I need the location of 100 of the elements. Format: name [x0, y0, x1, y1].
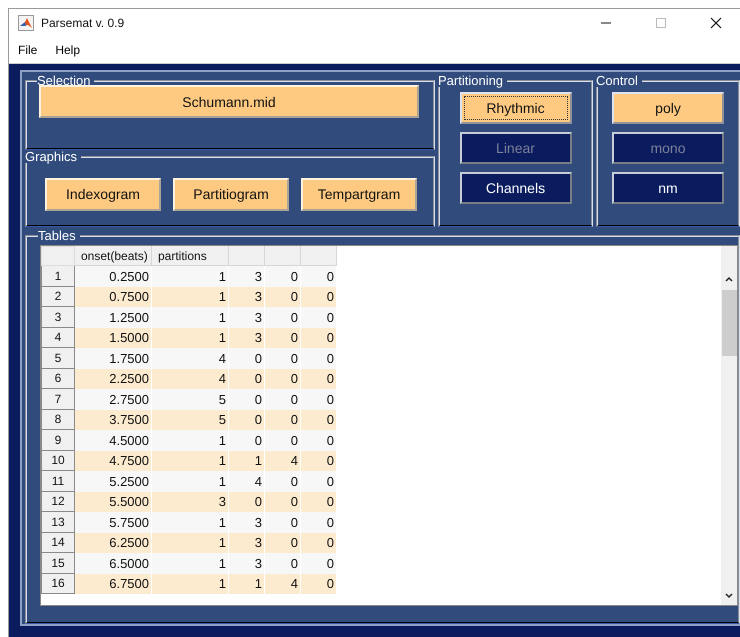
- toggle-button[interactable]: poly: [612, 92, 724, 124]
- column-header: partitions: [152, 246, 229, 266]
- table-cell: 4: [152, 368, 229, 389]
- table-cell: 4: [265, 450, 301, 471]
- table-cell: 0: [265, 471, 301, 492]
- table-cell: 1: [152, 328, 229, 348]
- table-cell: 0: [229, 492, 265, 512]
- table-cell: 0: [229, 430, 265, 450]
- row-header: 5: [41, 348, 75, 368]
- toggle-button[interactable]: Channels: [460, 172, 572, 204]
- table-cell: 0: [265, 368, 301, 389]
- table-cell: 5.7500: [75, 512, 152, 532]
- row-header: 6: [41, 368, 75, 389]
- table-cell: 0: [229, 410, 265, 430]
- table-cell: 3: [229, 328, 265, 348]
- table-cell: 0: [301, 266, 337, 286]
- table-cell: 6.5000: [75, 553, 152, 574]
- menu-item[interactable]: File: [18, 42, 38, 56]
- group-title: Control: [596, 74, 639, 87]
- table-cell: 0: [301, 471, 337, 492]
- window-title: Parsemat v. 0.9: [41, 16, 124, 30]
- table-cell: 0: [265, 328, 301, 348]
- table-cell: 4.5000: [75, 430, 152, 450]
- row-header: 11: [41, 471, 75, 492]
- row-header: 1: [41, 266, 75, 286]
- table-cell: 1: [152, 574, 229, 594]
- table-cell: 0: [301, 328, 337, 348]
- table-cell: 0: [301, 574, 337, 594]
- table-cell: 3.7500: [75, 410, 152, 430]
- table-cell: 6.2500: [75, 532, 152, 553]
- scrollbar[interactable]: [721, 246, 737, 605]
- group-title: Selection: [37, 74, 92, 87]
- graphic-button[interactable]: Partitiogram: [173, 178, 289, 210]
- table-cell: 0: [229, 348, 265, 368]
- column-header: [229, 246, 265, 266]
- row-header: 13: [41, 512, 75, 532]
- scroll-down-icon[interactable]: [725, 593, 733, 599]
- table-cell: 0: [301, 286, 337, 307]
- close-icon[interactable]: [710, 16, 722, 28]
- table-cell: 0.2500: [75, 266, 152, 286]
- table-cell: 0: [301, 348, 337, 368]
- table-cell: 0: [229, 368, 265, 389]
- row-header: 12: [41, 492, 75, 512]
- table-cell: 6.7500: [75, 574, 152, 594]
- table-cell: 0: [265, 389, 301, 410]
- table-cell: 3: [229, 553, 265, 574]
- table-cell: 3: [229, 512, 265, 532]
- toggle-button[interactable]: Rhythmic: [460, 92, 572, 124]
- table-cell: 5.2500: [75, 471, 152, 492]
- row-header: 15: [41, 553, 75, 574]
- corner-cell: [41, 246, 75, 266]
- graphic-button[interactable]: Indexogram: [45, 178, 161, 210]
- table-cell: 0: [301, 492, 337, 512]
- table-cell: 0: [301, 512, 337, 532]
- table-cell: 1.2500: [75, 307, 152, 328]
- table-cell: 0.7500: [75, 286, 152, 307]
- table-cell: 4.7500: [75, 450, 152, 471]
- table-cell: 0: [265, 307, 301, 328]
- table-cell: 1: [152, 450, 229, 471]
- row-header: 7: [41, 389, 75, 410]
- table-cell: 5: [152, 410, 229, 430]
- table-cell: 1.7500: [75, 348, 152, 368]
- menu-item[interactable]: Help: [55, 42, 80, 56]
- table-cell: 0: [265, 410, 301, 430]
- table-cell: 0: [265, 430, 301, 450]
- scroll-thumb[interactable]: [722, 290, 736, 356]
- row-header: 3: [41, 307, 75, 328]
- table-cell: 4: [265, 574, 301, 594]
- table-cell: 0: [265, 348, 301, 368]
- table-cell: 4: [229, 471, 265, 492]
- file-button[interactable]: Schumann.mid: [39, 85, 419, 118]
- row-header: 14: [41, 532, 75, 553]
- table-cell: 1: [152, 553, 229, 574]
- column-header: onset(beats): [75, 246, 152, 266]
- table-cell: 2.7500: [75, 389, 152, 410]
- table-cell: 3: [229, 307, 265, 328]
- table-cell: 1: [152, 471, 229, 492]
- group-title: Graphics: [25, 150, 78, 163]
- scroll-up-icon[interactable]: [725, 276, 733, 282]
- row-header: 4: [41, 328, 75, 348]
- toggle-button[interactable]: nm: [612, 172, 724, 204]
- graphic-button[interactable]: Tempartgram: [301, 178, 417, 210]
- table-cell: 0: [229, 389, 265, 410]
- table-cell: 0: [301, 307, 337, 328]
- table-cell: 0: [265, 512, 301, 532]
- row-header: 16: [41, 574, 75, 594]
- table-cell: 1: [152, 266, 229, 286]
- table-cell: 0: [301, 368, 337, 389]
- table-cell: 0: [301, 532, 337, 553]
- table-cell: 1: [152, 286, 229, 307]
- row-header: 2: [41, 286, 75, 307]
- table-cell: 1: [229, 574, 265, 594]
- table-cell: 3: [229, 532, 265, 553]
- table-cell: 1.5000: [75, 328, 152, 348]
- table-cell: 0: [301, 389, 337, 410]
- app-logo-icon: [18, 14, 34, 30]
- table-cell: 1: [152, 307, 229, 328]
- table-cell: 5.5000: [75, 492, 152, 512]
- group-title: Tables: [38, 229, 77, 242]
- column-header: [265, 246, 301, 266]
